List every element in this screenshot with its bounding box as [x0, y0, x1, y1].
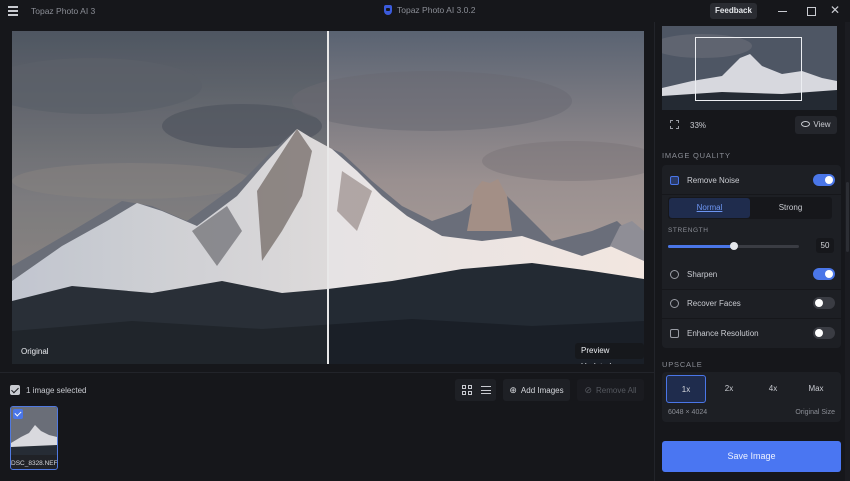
fit-to-screen-icon[interactable] — [670, 120, 679, 129]
image-quality-heading: IMAGE QUALITY — [662, 151, 731, 160]
scrollbar-thumb[interactable] — [846, 182, 849, 252]
recover-faces-label: Recover Faces — [687, 298, 741, 308]
recover-faces-icon — [670, 298, 679, 308]
enhance-resolution-icon — [670, 328, 679, 338]
eye-icon — [801, 120, 811, 127]
app-version-title: Topaz Photo AI 3.0.2 — [384, 5, 475, 15]
remove-all-icon: ⊘ — [584, 384, 593, 395]
mode-normal-button[interactable]: Normal — [669, 198, 750, 218]
scale-2x-button[interactable]: 2x — [709, 375, 749, 403]
row-separator — [662, 318, 841, 319]
mode-strong-button[interactable]: Strong — [750, 198, 831, 218]
remove-noise-row[interactable]: Remove Noise — [670, 170, 835, 190]
upscale-heading: UPSCALE — [662, 360, 703, 369]
close-icon[interactable]: ✕ — [830, 4, 844, 18]
add-images-icon: ⊕ — [509, 384, 517, 395]
original-size-label: Original Size — [795, 409, 835, 416]
upscale-card: 1x 2x 4x Max 6048 × 4024 Original Size — [662, 372, 841, 422]
sharpen-icon — [670, 269, 679, 279]
topaz-logo-icon — [384, 5, 392, 15]
zoom-controls: 33% View — [662, 115, 837, 135]
preview-updated-badge: Preview Updated — [575, 343, 644, 364]
remove-all-button[interactable]: ⊘ Remove All — [577, 379, 644, 401]
thumbnail-filename: DSC_8328.NEF — [11, 460, 58, 467]
sharpen-row[interactable]: Sharpen — [670, 264, 835, 284]
view-button[interactable]: View — [795, 116, 837, 134]
strength-slider-fill — [668, 245, 734, 248]
app-version-label: Topaz Photo AI 3.0.2 — [397, 5, 476, 15]
remove-all-label: Remove All — [596, 385, 637, 395]
zoom-level[interactable]: 33% — [690, 121, 706, 130]
sharpen-toggle[interactable] — [813, 268, 835, 280]
thumbnail-check-icon[interactable] — [13, 409, 23, 419]
image-preview[interactable]: Original Preview Updated — [12, 31, 644, 364]
navigator-preview[interactable] — [662, 26, 837, 110]
strength-slider-handle[interactable] — [729, 242, 738, 250]
enhance-resolution-label: Enhance Resolution — [687, 328, 759, 338]
scale-4x-button[interactable]: 4x — [753, 375, 793, 403]
enhance-resolution-toggle[interactable] — [813, 327, 835, 339]
remove-noise-label: Remove Noise — [687, 175, 740, 185]
row-separator — [662, 289, 841, 290]
comparison-split-handle[interactable] — [327, 31, 329, 364]
selection-count: 1 image selected — [26, 386, 87, 395]
hamburger-menu-icon[interactable] — [8, 6, 18, 16]
filmstrip-divider — [0, 372, 654, 373]
grid-view-icon[interactable] — [462, 385, 472, 395]
add-images-button[interactable]: ⊕ Add Images — [503, 379, 570, 401]
image-thumbnail[interactable]: DSC_8328.NEF — [10, 406, 58, 470]
scale-max-button[interactable]: Max — [796, 375, 836, 403]
noise-mode-selector: Normal Strong — [668, 197, 832, 219]
list-view-icon[interactable] — [481, 386, 491, 395]
enhance-resolution-row[interactable]: Enhance Resolution — [670, 323, 835, 343]
strength-value-input[interactable]: 50 — [816, 238, 834, 253]
original-noise-overlay — [12, 31, 328, 364]
remove-noise-toggle[interactable] — [813, 174, 835, 186]
minimize-icon[interactable] — [776, 4, 790, 18]
row-separator — [662, 194, 841, 195]
feedback-button[interactable]: Feedback — [710, 3, 757, 19]
view-label: View — [813, 120, 831, 129]
app-title: Topaz Photo AI 3 — [31, 6, 96, 16]
strength-slider[interactable] — [668, 242, 799, 250]
recover-faces-row[interactable]: Recover Faces — [670, 293, 835, 313]
title-bar: Topaz Photo AI 3 Topaz Photo AI 3.0.2 Fe… — [0, 0, 850, 22]
add-images-label: Add Images — [520, 385, 564, 395]
navigator-viewport-box[interactable] — [695, 37, 802, 101]
save-image-button[interactable]: Save Image — [662, 441, 841, 472]
maximize-icon[interactable] — [804, 4, 818, 18]
view-mode-toggle[interactable] — [455, 379, 496, 401]
panel-scrollbar[interactable] — [845, 22, 850, 481]
original-label: Original — [21, 347, 49, 356]
image-quality-card: Remove Noise Sharpen Recover Faces Enhan… — [662, 165, 841, 348]
recover-faces-toggle[interactable] — [813, 297, 835, 309]
strength-label: STRENGTH — [668, 227, 709, 234]
output-dimensions: 6048 × 4024 — [668, 409, 708, 416]
remove-noise-icon — [670, 175, 679, 185]
select-all-checkbox[interactable] — [10, 385, 20, 395]
scale-1x-button[interactable]: 1x — [666, 375, 706, 403]
sharpen-label: Sharpen — [687, 269, 718, 279]
